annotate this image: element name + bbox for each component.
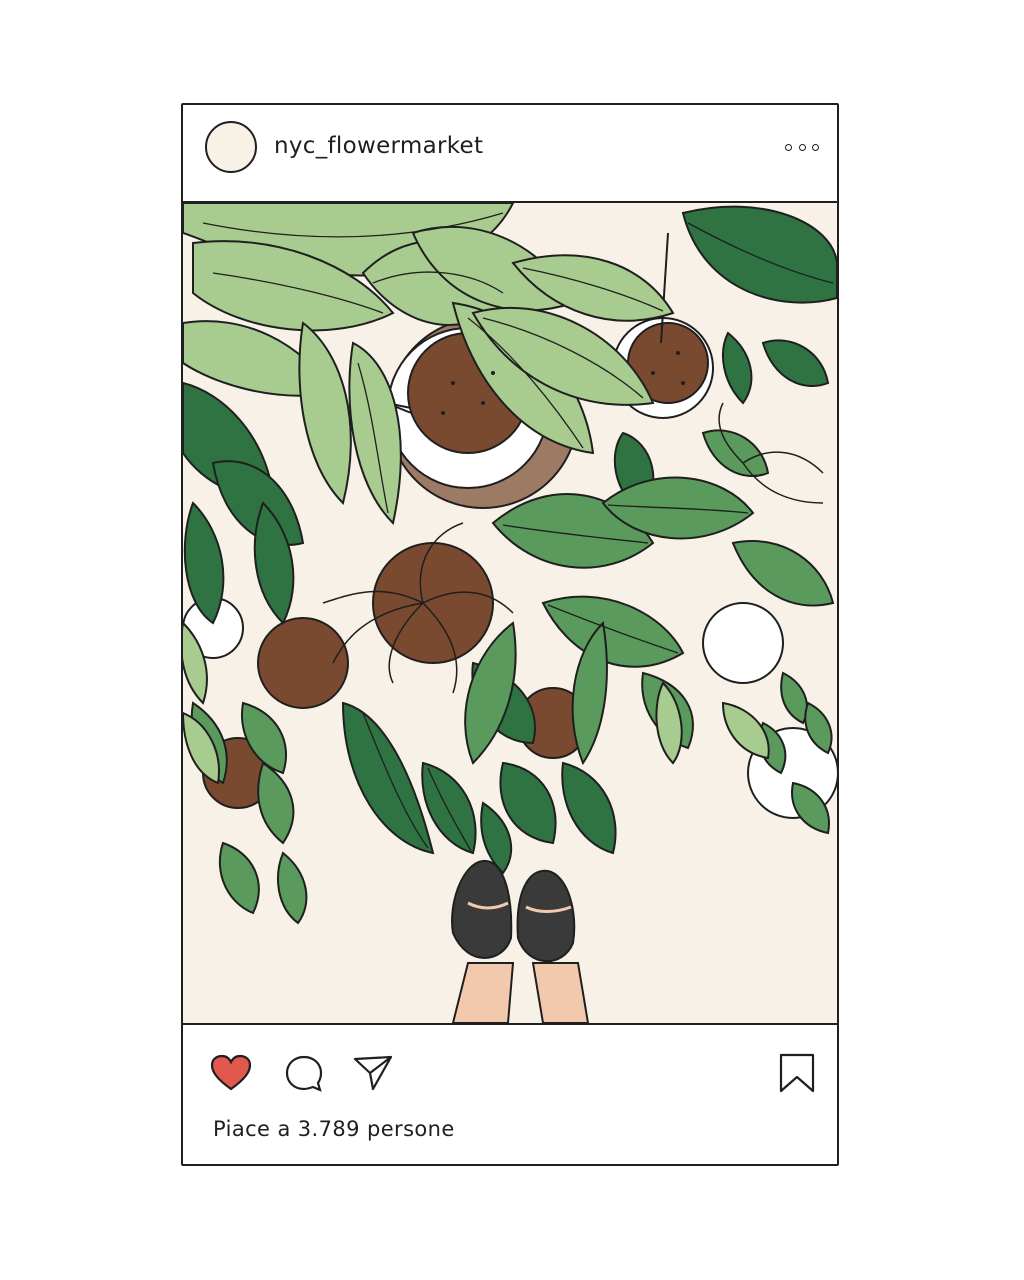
likes-count[interactable]: Piace a 3.789 persone	[213, 1117, 455, 1141]
more-options-icon[interactable]	[785, 133, 819, 161]
username-link[interactable]: nyc_flowermarket	[274, 133, 483, 159]
post-header: nyc_flowermarket	[183, 105, 837, 203]
profile-avatar[interactable]	[205, 121, 257, 173]
paper-plane-icon[interactable]	[351, 1051, 395, 1099]
bookmark-icon[interactable]	[777, 1051, 817, 1099]
post-actions-bar: Piace a 3.789 persone	[183, 1023, 837, 1166]
post-photo[interactable]	[183, 203, 837, 1023]
instagram-post: nyc_flowermarket Piace a 3.789 persone	[181, 103, 839, 1166]
plants-illustration	[183, 203, 837, 1023]
comment-bubble-icon[interactable]	[283, 1053, 325, 1099]
heart-icon[interactable]	[209, 1053, 253, 1097]
